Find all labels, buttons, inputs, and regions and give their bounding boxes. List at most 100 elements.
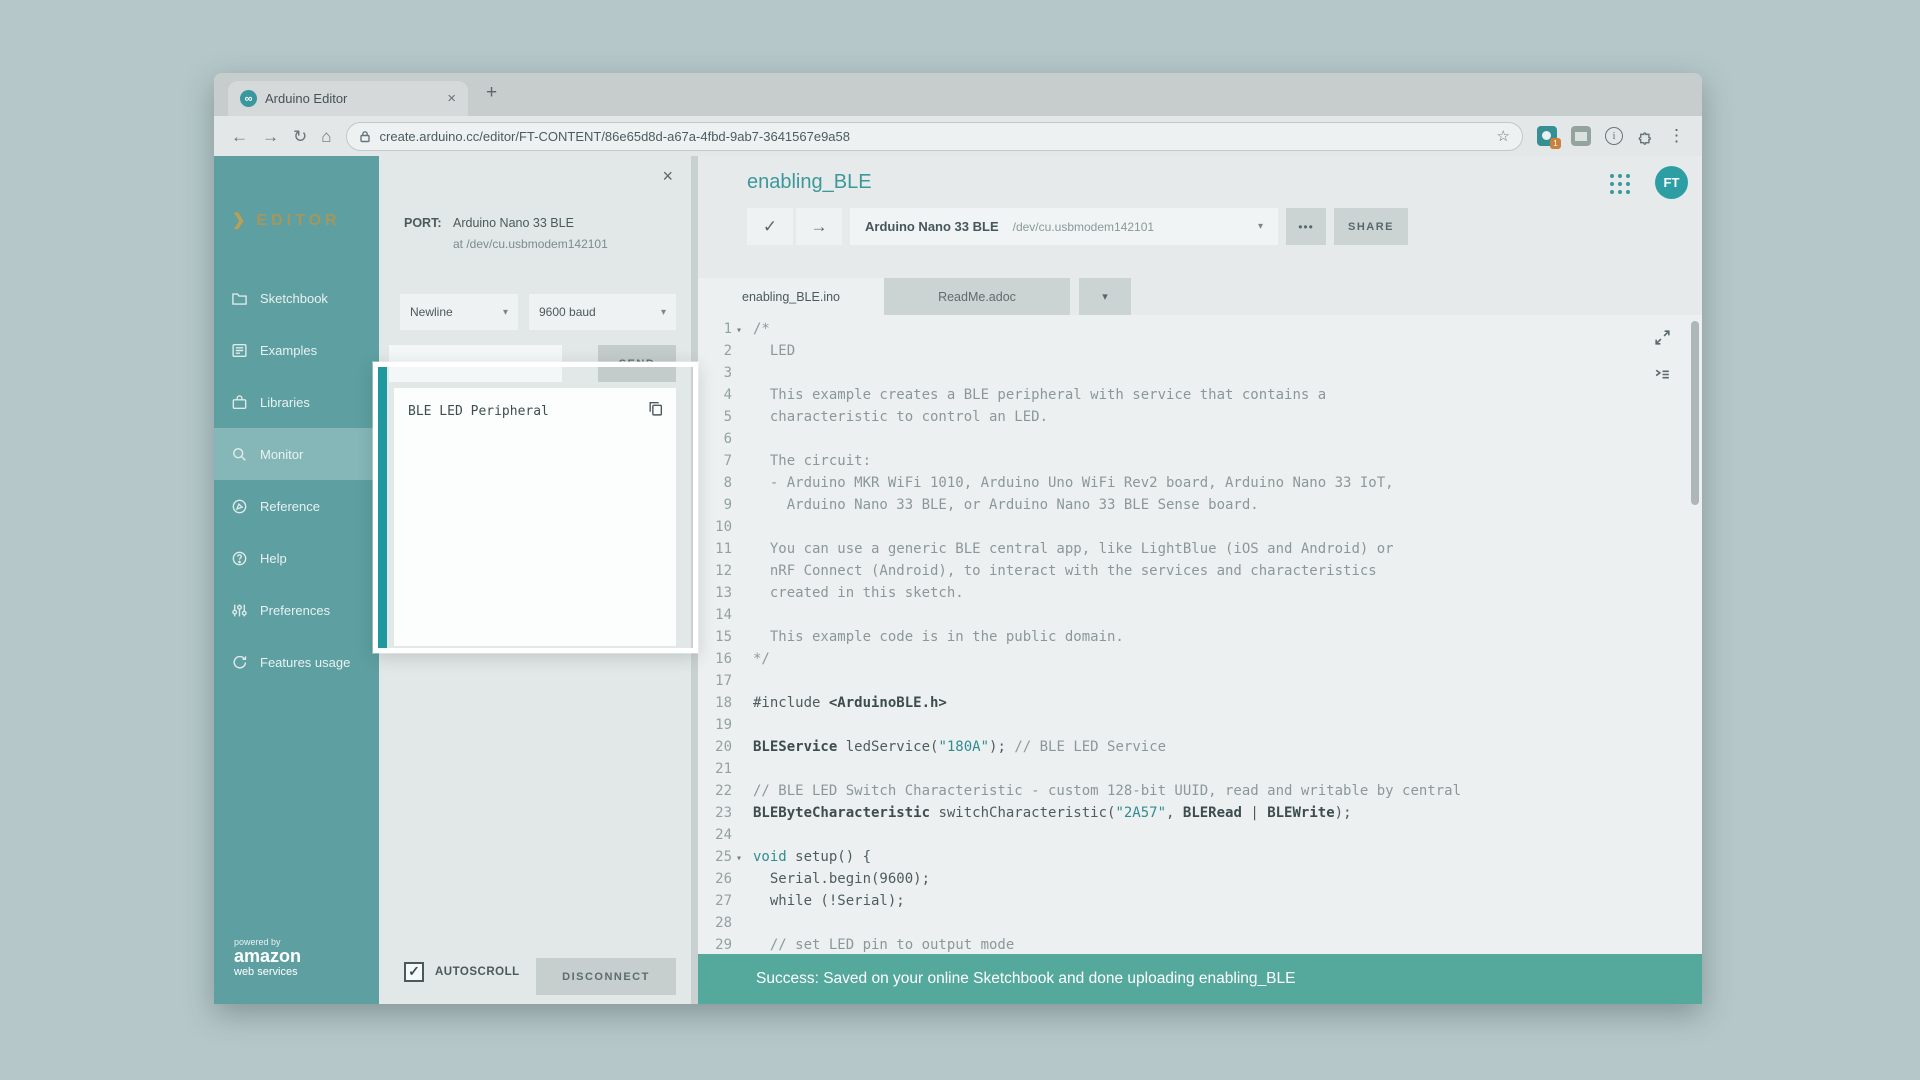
home-icon[interactable]: ⌂	[321, 128, 331, 145]
tab-overflow-caret-icon[interactable]: ▾	[1079, 278, 1131, 315]
code-token: );	[1335, 805, 1352, 821]
code-token: */	[753, 651, 770, 667]
port-path: at /dev/cu.usbmodem142101	[453, 237, 608, 251]
sidebar-item-sketchbook[interactable]: Sketchbook	[214, 272, 379, 324]
code-token: setup() {	[787, 849, 871, 865]
code-line: 18 #include <ArduinoBLE.h>	[698, 693, 1702, 715]
line-number: 2	[698, 341, 732, 361]
tab-readme-adoc[interactable]: ReadMe.adoc	[884, 278, 1070, 315]
forward-icon[interactable]: →	[262, 128, 279, 145]
tab-title: Arduino Editor	[265, 91, 439, 106]
sidebar-item-features-usage[interactable]: Features usage	[214, 636, 379, 688]
copy-icon[interactable]	[647, 400, 664, 417]
sidebar-item-preferences[interactable]: Preferences	[214, 584, 379, 636]
fold-spacer	[732, 365, 753, 385]
code-line: 9 Arduino Nano 33 BLE, or Arduino Nano 3…	[698, 495, 1702, 517]
editor-logo: ❯EDITOR	[232, 210, 341, 230]
line-number: 25	[698, 847, 732, 867]
editor-scrollbar[interactable]	[1691, 321, 1699, 505]
reload-icon[interactable]: ↻	[293, 128, 307, 145]
padlock-icon	[359, 130, 371, 143]
share-button[interactable]: SHARE	[1334, 208, 1408, 245]
browser-tab[interactable]: ∞ Arduino Editor ×	[228, 81, 468, 116]
new-tab-button[interactable]: +	[486, 82, 497, 104]
line-ending-select[interactable]: Newline ▾	[400, 294, 518, 330]
code-line: 8 - Arduino MKR WiFi 1010, Arduino Uno W…	[698, 473, 1702, 495]
code-line: 4 This example creates a BLE peripheral …	[698, 385, 1702, 407]
bookmark-star-icon[interactable]: ☆	[1497, 127, 1510, 145]
code-line: 17	[698, 671, 1702, 693]
line-number: 12	[698, 561, 732, 581]
code-token: characteristic to control an LED.	[753, 409, 1048, 425]
format-code-icon[interactable]	[1653, 365, 1672, 384]
code-token: BLEService	[753, 739, 837, 755]
disconnect-button[interactable]: DISCONNECT	[536, 958, 676, 995]
sidebar-item-help[interactable]: Help	[214, 532, 379, 584]
sidebar-item-label: Examples	[260, 343, 317, 358]
password-extension-icon[interactable]: 1	[1537, 126, 1557, 146]
board-name: Arduino Nano 33 BLE	[865, 219, 999, 234]
code-line: 22 // BLE LED Switch Characteristic - cu…	[698, 781, 1702, 803]
verify-button[interactable]: ✓	[747, 208, 793, 245]
sidebar-item-label: Help	[260, 551, 287, 566]
monitor-icon	[231, 446, 248, 463]
fold-spacer	[732, 915, 753, 935]
code-token: // BLE LED Service	[1014, 739, 1166, 755]
aws-name: amazon	[234, 947, 301, 966]
code-token: |	[1242, 805, 1267, 821]
sidebar-item-examples[interactable]: Examples	[214, 324, 379, 376]
monitor-message-input[interactable]	[389, 345, 562, 382]
line-number: 16	[698, 649, 732, 669]
sidebar-item-reference[interactable]: Reference	[214, 480, 379, 532]
code-token: BLEWrite	[1267, 805, 1334, 821]
fold-spacer	[732, 761, 753, 781]
aws-sub: web services	[234, 966, 301, 978]
page-info-icon[interactable]: i	[1605, 127, 1623, 145]
code-token: void	[753, 849, 787, 865]
fold-spacer	[732, 563, 753, 583]
more-options-button[interactable]: •••	[1286, 208, 1326, 245]
tab-enabling-ble-ino[interactable]: enabling_BLE.ino	[698, 278, 884, 315]
address-bar[interactable]: create.arduino.cc/editor/FT-CONTENT/86e6…	[346, 122, 1523, 151]
browser-tab-strip: ∞ Arduino Editor × +	[214, 73, 1702, 116]
code-token: created in this sketch.	[753, 585, 964, 601]
extensions-puzzle-icon[interactable]	[1637, 128, 1654, 145]
expand-icon[interactable]	[1653, 328, 1672, 347]
code-area[interactable]: 1▾/*2 LED3 4 This example creates a BLE …	[698, 315, 1702, 954]
sidebar-item-monitor[interactable]: Monitor	[214, 428, 379, 480]
tab-close-icon[interactable]: ×	[447, 90, 456, 107]
browser-toolbar: ← → ↻ ⌂ create.arduino.cc/editor/FT-CONT…	[214, 116, 1702, 156]
fold-spacer	[732, 453, 753, 473]
upload-button[interactable]: →	[796, 208, 842, 245]
code-token: Serial.begin(9600);	[753, 871, 930, 887]
fold-arrow-icon[interactable]: ▾	[732, 321, 753, 341]
sketch-title: enabling_BLE	[747, 171, 872, 194]
sidebar-item-label: Features usage	[260, 655, 350, 670]
sidebar-items: Sketchbook Examples LibrariesMonitorRefere…	[214, 272, 379, 688]
autoscroll-checkbox[interactable]: ✓	[404, 962, 424, 982]
code-line: 11 You can use a generic BLE central app…	[698, 539, 1702, 561]
extension-box-icon[interactable]	[1571, 126, 1591, 146]
code-token: "180A"	[938, 739, 989, 755]
fold-arrow-icon[interactable]: ▾	[732, 849, 753, 869]
chevron-down-icon: ▾	[661, 307, 666, 318]
send-button[interactable]: SEND	[598, 345, 676, 382]
code-token: LED	[753, 343, 795, 359]
browser-menu-icon[interactable]: ⋮	[1668, 126, 1685, 146]
apps-grid-icon[interactable]	[1610, 174, 1630, 194]
code-line: 7 The circuit:	[698, 451, 1702, 473]
sidebar-item-libraries[interactable]: Libraries	[214, 376, 379, 428]
fold-spacer	[732, 717, 753, 737]
line-number: 9	[698, 495, 732, 515]
fold-spacer	[732, 387, 753, 407]
back-icon[interactable]: ←	[231, 128, 248, 145]
code-line: 28	[698, 913, 1702, 935]
avatar[interactable]: FT	[1655, 166, 1688, 199]
board-selector[interactable]: Arduino Nano 33 BLE /dev/cu.usbmodem1421…	[850, 208, 1278, 245]
code-token: #include	[753, 695, 829, 711]
baud-rate-select[interactable]: 9600 baud ▾	[529, 294, 676, 330]
code-token: switchCharacteristic(	[930, 805, 1115, 821]
fold-spacer	[732, 585, 753, 605]
code-token: BLERead	[1183, 805, 1242, 821]
monitor-close-icon[interactable]: ×	[662, 166, 673, 187]
